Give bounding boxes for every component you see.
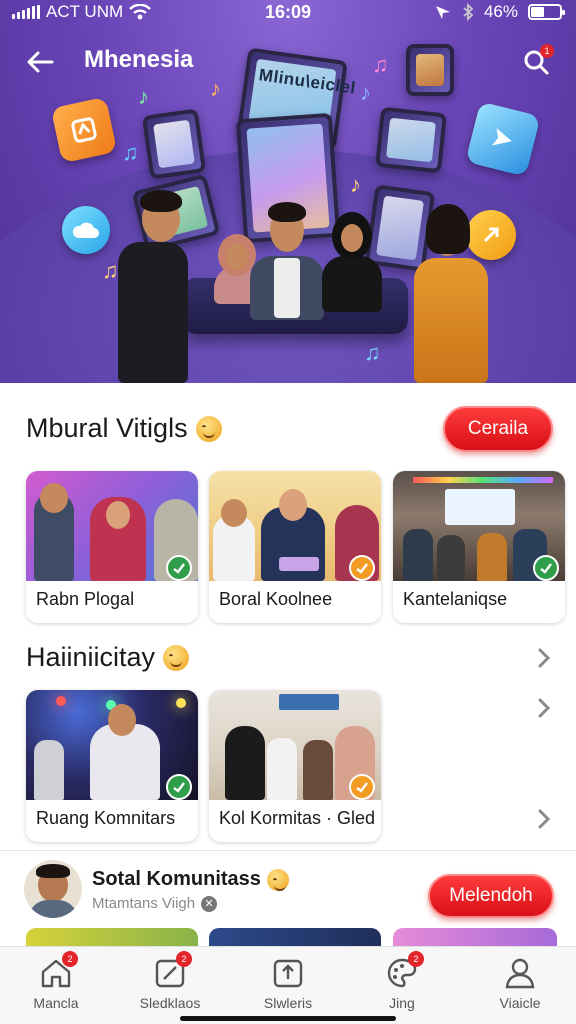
- battery-percent: 46%: [483, 2, 518, 21]
- smile-emoji-icon: [163, 644, 190, 671]
- notification-badge: 2: [176, 951, 192, 967]
- nav-label: Slwleris: [263, 995, 313, 1011]
- page-title: Mhenesia: [84, 46, 194, 73]
- battery-icon: [528, 4, 565, 20]
- smile-emoji-icon: [266, 868, 289, 891]
- top-app-bar: Mhenesia 1: [0, 36, 576, 86]
- person-man-center: [250, 200, 324, 320]
- section1-action-button[interactable]: Ceraila: [443, 406, 553, 452]
- avatar[interactable]: [24, 860, 82, 918]
- feed-action-button[interactable]: Melendoh: [428, 874, 554, 918]
- hero-screen-right: [375, 106, 447, 174]
- music-note-icon: ♫: [364, 340, 381, 365]
- close-icon[interactable]: ✕: [201, 895, 218, 912]
- chevron-right-icon[interactable]: [532, 696, 556, 720]
- feed-subtitle-text: Mtamtans Viigh: [92, 895, 196, 912]
- smile-emoji-icon: [195, 415, 222, 442]
- app-tile-arrow: [465, 101, 541, 177]
- nav-item-palette[interactable]: 2 Jing: [354, 951, 450, 1011]
- nav-label: Jing: [389, 995, 415, 1011]
- next-card-peek: [393, 928, 557, 946]
- section-title: Mbural Vitigls: [26, 413, 222, 444]
- verified-badge-icon: [349, 774, 375, 800]
- card-label: Kol Kormitas · Gled: [219, 808, 376, 828]
- music-note-icon: ♪: [138, 84, 149, 109]
- community-card[interactable]: Ruang Komnitars: [26, 690, 198, 842]
- home-indicator[interactable]: [180, 1016, 396, 1021]
- nav-item-profile[interactable]: Viaicle: [472, 955, 568, 1011]
- section2-title: Haiiniicitay: [26, 642, 156, 672]
- bluetooth-icon: [463, 3, 474, 21]
- chevron-right-icon[interactable]: [532, 807, 556, 831]
- upload-icon: [273, 959, 303, 988]
- search-badge: 1: [540, 44, 554, 58]
- next-card-peek: [26, 928, 198, 946]
- search-button[interactable]: 1: [516, 42, 556, 82]
- nav-item-upload[interactable]: Slwleris: [240, 955, 336, 1011]
- next-card-peek: [209, 928, 381, 946]
- notification-badge: 2: [62, 951, 78, 967]
- chevron-right-icon[interactable]: [532, 646, 556, 670]
- verified-badge-icon: [533, 555, 559, 581]
- notification-badge: 2: [408, 951, 424, 967]
- verified-badge-icon: [349, 555, 375, 581]
- nav-label: Viaicle: [499, 995, 541, 1011]
- card-label: Ruang Komnitars: [36, 808, 176, 828]
- community-card[interactable]: Kol Kormitas · Gled: [209, 690, 381, 842]
- hero-screen-left: [141, 108, 207, 180]
- verified-badge-icon: [166, 555, 192, 581]
- card-label: Kantelaniqse: [403, 589, 508, 609]
- nav-label: Sledklaos: [139, 995, 201, 1011]
- arrow-left-icon: [27, 51, 54, 73]
- card-label: Boral Koolnee: [219, 589, 333, 609]
- community-card[interactable]: Boral Koolnee: [209, 471, 381, 623]
- profile-icon: [505, 958, 535, 989]
- bottom-navigation: 2 Mancla 2 Sledklaos Slwleris 2 Jing Via…: [0, 946, 576, 1024]
- person-woman-black-hijab: [322, 212, 382, 312]
- app-tile-cloud: [62, 206, 110, 254]
- nav-label: Mancla: [33, 995, 79, 1011]
- nav-item-edit[interactable]: 2 Sledklaos: [122, 951, 218, 1011]
- music-note-icon: ♫: [122, 140, 139, 165]
- feed-title-text: Sotal Komunitass: [92, 868, 261, 890]
- music-note-icon: ♪: [350, 172, 361, 197]
- app-tile-orange: [50, 96, 118, 164]
- verified-badge-icon: [166, 774, 192, 800]
- nav-item-home[interactable]: 2 Mancla: [8, 951, 104, 1011]
- person-man-left: [112, 190, 202, 383]
- card-label: Rabn Plogal: [36, 589, 135, 609]
- section1-title: Mbural Vitigls: [26, 413, 188, 443]
- section-title: Haiiniicitay: [26, 642, 190, 673]
- community-card[interactable]: Rabn Plogal: [26, 471, 198, 623]
- feed-title: Sotal Komunitass: [92, 868, 289, 891]
- feed-subtitle: Mtamtans Viigh ✕: [92, 895, 218, 912]
- person-woman-right: [406, 204, 496, 383]
- location-icon: [435, 6, 450, 19]
- status-bar: ACT UNM 16:09 46%: [0, 0, 576, 26]
- feed-item: Sotal Komunitass Mtamtans Viigh ✕ Melend…: [0, 850, 576, 930]
- community-card[interactable]: Kantelaniqse: [393, 471, 565, 623]
- back-button[interactable]: [20, 42, 60, 82]
